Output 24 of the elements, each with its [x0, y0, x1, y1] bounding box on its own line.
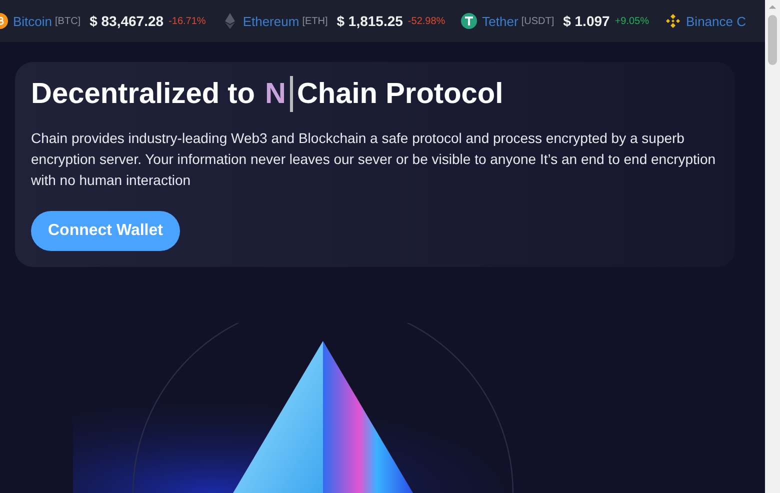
- heading-text: Decentralized to: [31, 78, 255, 110]
- price-change: -52.98%: [408, 16, 446, 26]
- coin-symbol: [USDT]: [521, 16, 554, 26]
- coin-symbol: [BTC]: [55, 16, 81, 26]
- price-change: +9.05%: [614, 16, 650, 26]
- coin-symbol: [ETH]: [302, 16, 328, 26]
- coin-name[interactable]: Tether: [482, 14, 518, 28]
- coin-name[interactable]: Binance C: [686, 14, 746, 28]
- scrollbar[interactable]: [765, 0, 780, 493]
- text-cursor: [290, 76, 293, 112]
- typed-text: N: [265, 78, 286, 110]
- coin-price: $ 1.097: [563, 13, 610, 29]
- coin-price: $ 1,815.25: [336, 13, 403, 29]
- coin-icon: [461, 13, 478, 29]
- scroll-up-icon[interactable]: [768, 4, 777, 10]
- price-change: -16.71%: [168, 16, 206, 26]
- scrollbar-thumb[interactable]: [768, 15, 777, 65]
- connect-wallet-button[interactable]: Connect Wallet: [31, 211, 180, 251]
- heading-text: Chain Protocol: [296, 78, 504, 110]
- coin-name[interactable]: Ethereum: [242, 14, 300, 28]
- diamond-icon: [665, 13, 682, 29]
- description-text: Chain provides industry-leading Web3 and Blockchain a safe protocol and process encrypted by a superb encryption server. Your information never leaves our sever or be visible to anyone It’s an end to end encryption with no human interaction: [31, 129, 717, 190]
- coin-price: $ 83,467.28: [90, 13, 164, 29]
- coin-name[interactable]: Bitcoin: [13, 14, 52, 28]
